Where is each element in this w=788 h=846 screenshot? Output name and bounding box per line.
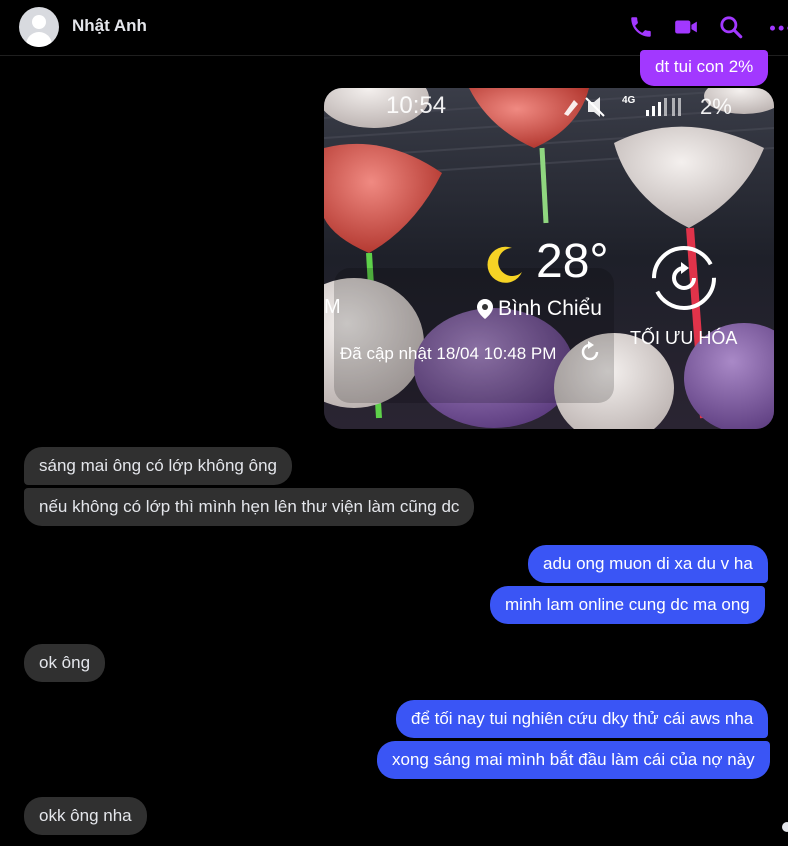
avatar-body bbox=[26, 32, 52, 47]
more-icon[interactable] bbox=[766, 14, 788, 40]
message-outgoing[interactable]: adu ong muon di xa du v ha bbox=[528, 545, 768, 583]
chat-header: Nhật Anh bbox=[0, 0, 788, 56]
scroll-indicator[interactable] bbox=[782, 822, 788, 832]
avatar[interactable] bbox=[19, 7, 59, 47]
message-outgoing[interactable]: minh lam online cung dc ma ong bbox=[490, 586, 765, 624]
network-type: 4G bbox=[622, 95, 636, 106]
message-incoming[interactable]: nếu không có lớp thì mình hẹn lên thư vi… bbox=[24, 488, 475, 526]
weather-location: Bình Chiểu bbox=[498, 297, 602, 320]
phone-icon[interactable] bbox=[628, 14, 654, 40]
location-pin-icon bbox=[476, 298, 494, 320]
contact-name[interactable]: Nhật Anh bbox=[72, 16, 147, 36]
message-outgoing[interactable]: để tối nay tui nghiên cứu dky thử cái aw… bbox=[396, 700, 769, 738]
moon-icon bbox=[482, 242, 526, 286]
message-outgoing[interactable]: dt tui con 2% bbox=[640, 50, 769, 86]
signal-icon bbox=[642, 96, 688, 116]
message-incoming[interactable]: ok ông bbox=[24, 644, 106, 682]
weather-temperature: 28° bbox=[536, 235, 609, 288]
battery-level: 2% bbox=[700, 94, 732, 119]
message-incoming[interactable]: sáng mai ông có lớp không ông bbox=[24, 447, 292, 485]
widget-edge-letter: M bbox=[324, 296, 341, 318]
phone-time: 10:54 bbox=[386, 92, 447, 119]
weather-updated: Đã cập nhật 18/04 10:48 PM bbox=[340, 344, 557, 363]
refresh-icon bbox=[579, 341, 601, 363]
avatar-head bbox=[32, 15, 46, 29]
optimize-label: TỐI ƯU HÓA bbox=[630, 328, 738, 348]
optimize-icon bbox=[650, 244, 718, 312]
message-incoming[interactable]: okk ông nha bbox=[24, 797, 147, 835]
video-icon[interactable] bbox=[673, 14, 699, 40]
message-outgoing[interactable]: xong sáng mai mình bắt đầu làm cái của n… bbox=[377, 741, 770, 779]
status-icons bbox=[560, 94, 620, 120]
search-icon[interactable] bbox=[718, 14, 744, 40]
image-attachment[interactable]: 10:54 4G 2% 28° Bình Chiểu Đã cập nhật 1… bbox=[324, 88, 774, 429]
